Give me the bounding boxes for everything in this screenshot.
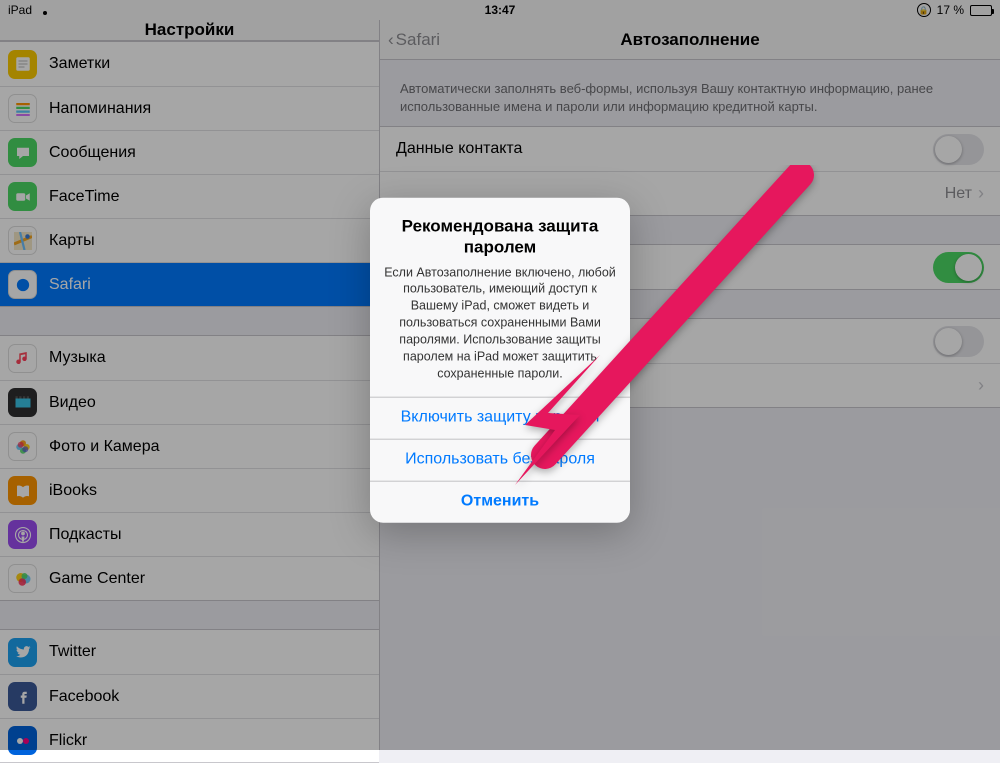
alert-message: Если Автозаполнение включено, любой поль… <box>384 264 616 382</box>
use-without-passcode-button[interactable]: Использовать без пароля <box>370 438 630 480</box>
alert-title: Рекомендована защита паролем <box>384 216 616 259</box>
password-recommendation-alert: Рекомендована защита паролем Если Автоза… <box>370 198 630 523</box>
cancel-button[interactable]: Отменить <box>370 480 630 522</box>
enable-passcode-button[interactable]: Включить защиту паролем <box>370 396 630 438</box>
